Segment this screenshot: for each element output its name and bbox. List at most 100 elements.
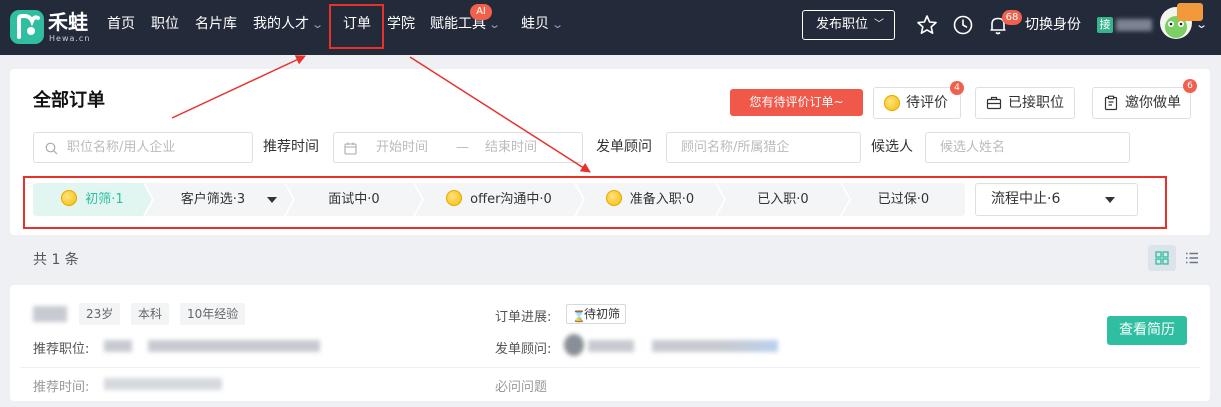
experience-tag: 10年经验 (180, 303, 246, 325)
nav-academy-label: 学院 (387, 16, 415, 32)
recommend-time-redacted (104, 378, 222, 390)
notification-count-badge: 68 (1002, 10, 1022, 25)
process-terminated-dropdown[interactable]: 流程中止·6 (975, 183, 1138, 216)
order-progress-label: 订单进展: (495, 310, 552, 325)
nav-my-talent[interactable]: 我的人才 ⌄ (253, 0, 325, 55)
end-date-placeholder: 结束时间 (485, 140, 538, 155)
chevron-down-icon[interactable]: ⌄ (1195, 18, 1208, 31)
stage-label: 已入职·0 (757, 192, 809, 207)
pending-review-tip[interactable]: 您有待评价订单~ (730, 89, 863, 116)
company-tag-icon: 接 (1097, 17, 1113, 33)
pending-review-label: 待评价 (906, 95, 948, 111)
page-title: 全部订单 (33, 90, 105, 111)
consultant-company-redacted (652, 340, 778, 352)
coin-icon (446, 190, 463, 206)
candidate-search-input[interactable]: 候选人姓名 (925, 132, 1130, 163)
card-divider (20, 367, 1200, 368)
result-count: 共 1 条 (33, 252, 79, 268)
list-icon (1186, 252, 1198, 264)
consultant-field-label: 发单顾问: (495, 342, 552, 357)
invite-order-label: 邀你做单 (1125, 95, 1181, 111)
pending-review-count-badge: 4 (950, 81, 964, 95)
nav-card-library[interactable]: 名片库 (195, 0, 237, 55)
chevron-down-icon: ⌄ (311, 18, 325, 31)
candidate-name-redacted (33, 306, 67, 322)
stage-client-screening[interactable]: 客户筛选·3 (145, 183, 293, 216)
nav-jobs-label: 职位 (151, 16, 179, 32)
status-badge: ⌛ 待初筛 (566, 304, 627, 324)
hourglass-icon: ⌛ (572, 310, 586, 323)
calendar-icon (344, 142, 357, 155)
stage-label: 准备入职·0 (629, 192, 695, 207)
company-name-redacted (1116, 19, 1152, 31)
accepted-jobs-button[interactable]: 已接职位 (975, 87, 1075, 119)
annotation-highlight-orders (329, 4, 384, 49)
stage-label: 初筛·1 (85, 192, 124, 207)
invite-order-button[interactable]: 邀你做单 (1092, 87, 1191, 119)
view-resume-button[interactable]: 查看简历 (1107, 316, 1187, 345)
frog-logo-icon (10, 10, 44, 44)
nav-home[interactable]: 首页 (107, 0, 135, 55)
recommend-time-label: 推荐时间 (263, 139, 319, 155)
ai-badge: AI (470, 4, 492, 20)
job-search-input[interactable]: 职位名称/用人企业 (33, 132, 253, 163)
chevron-down-icon: ﹀ (874, 19, 884, 30)
recommend-time-field-label: 推荐时间: (33, 380, 90, 395)
stage-offer-negotiation[interactable]: offer沟通中·0 (415, 183, 583, 216)
nav-wabei[interactable]: 蛙贝 ⌄ (521, 0, 565, 55)
coin-icon (61, 190, 78, 206)
stage-label: offer沟通中·0 (470, 192, 552, 207)
brand-logo[interactable]: 禾蛙 Hewa.cn (10, 10, 110, 46)
stage-label: 客户筛选·3 (180, 192, 246, 207)
range-separator: — (456, 140, 469, 155)
coin-icon (605, 190, 622, 206)
grid-view-toggle[interactable] (1148, 245, 1176, 271)
top-navigation-bar: 禾蛙 Hewa.cn 首页 职位 名片库 我的人才 ⌄ 订单 学院 赋能工具 ⌄ A… (0, 0, 1221, 55)
consultant-placeholder: 顾问名称/所属猎企 (681, 140, 790, 155)
stage-initial-screening[interactable]: 初筛·1 (33, 183, 152, 216)
job-search-placeholder: 职位名称/用人企业 (67, 140, 176, 155)
search-icon (45, 142, 58, 155)
caret-down-icon (267, 197, 277, 203)
list-view-toggle[interactable] (1180, 245, 1204, 271)
job-title-redacted[interactable] (148, 340, 320, 352)
consultant-avatar-redacted (564, 334, 584, 356)
age-tag: 23岁 (79, 303, 121, 325)
nav-card-library-label: 名片库 (195, 16, 237, 32)
required-questions-link[interactable]: 必问问题 (495, 376, 547, 395)
nav-jobs[interactable]: 职位 (151, 0, 179, 55)
clock-icon[interactable] (952, 14, 974, 36)
publish-job-label: 发布职位 (816, 17, 869, 32)
consultant-label: 发单顾问 (596, 139, 652, 155)
accepted-jobs-label: 已接职位 (1008, 95, 1064, 111)
nav-academy[interactable]: 学院 (387, 0, 415, 55)
briefcase-icon (986, 96, 1002, 110)
stage-warranty-passed[interactable]: 已过保·0 (842, 183, 965, 216)
pending-review-button[interactable]: 待评价 (873, 87, 961, 119)
caret-down-icon (1105, 197, 1115, 203)
status-label: 待初筛 (584, 307, 621, 321)
education-tag: 本科 (131, 303, 170, 325)
clipboard-icon (1104, 95, 1118, 111)
invite-order-count-badge: 6 (1183, 79, 1197, 93)
stage-interviewing[interactable]: 面试中·0 (286, 183, 422, 216)
star-icon[interactable] (916, 14, 938, 36)
nav-wabei-label: 蛙贝 (521, 16, 549, 32)
candidate-placeholder: 候选人姓名 (940, 140, 1006, 155)
nav-my-talent-label: 我的人才 (253, 16, 309, 32)
stage-label: 已过保·0 (877, 192, 930, 207)
stage-label: 面试中·0 (328, 192, 380, 207)
consultant-search-input[interactable]: 顾问名称/所属猎企 (666, 132, 861, 163)
publish-job-button[interactable]: 发布职位 ﹀ (802, 10, 895, 40)
stage-preparing-onboard[interactable]: 准备入职·0 (576, 183, 724, 216)
recommend-job-label: 推荐职位: (33, 342, 90, 357)
grid-icon (1155, 251, 1169, 265)
process-terminated-label: 流程中止·6 (991, 191, 1061, 207)
brand-name: 禾蛙 (48, 10, 88, 34)
stage-onboarded[interactable]: 已入职·0 (717, 183, 849, 216)
chevron-down-icon: ⌄ (551, 18, 565, 31)
switch-identity-link[interactable]: 切换身份 (1025, 0, 1081, 50)
start-date-placeholder: 开始时间 (376, 140, 429, 155)
date-range-picker[interactable]: 开始时间 — 结束时间 (333, 132, 583, 163)
nav-home-label: 首页 (107, 16, 135, 32)
